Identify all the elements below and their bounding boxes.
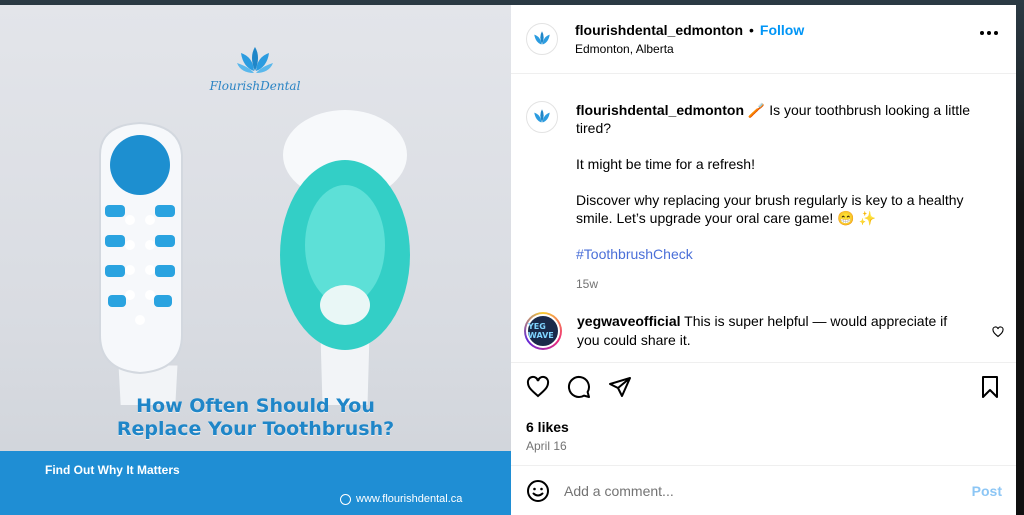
headline-line-2: Replace Your Toothbrush?: [116, 418, 395, 440]
caption-body: flourishdental_edmonton 🪥 Is your toothb…: [576, 101, 986, 293]
hashtag-link[interactable]: #ToothbrushCheck: [576, 245, 986, 263]
commenter-avatar-text: YEG WAVE: [526, 314, 560, 348]
add-comment-bar: Add a comment... Post: [526, 479, 1006, 503]
comment-divider: [511, 465, 1016, 466]
post-side-panel: flourishdental_edmonton • Follow Edmonto…: [511, 5, 1016, 515]
caption-username[interactable]: flourishdental_edmonton: [576, 102, 744, 118]
comment-input[interactable]: Add a comment...: [564, 483, 972, 499]
post-date[interactable]: April 16: [526, 439, 567, 453]
caption-line-2: It might be time for a refresh!: [576, 156, 755, 172]
follow-button[interactable]: Follow: [760, 22, 804, 38]
globe-icon: [340, 493, 351, 505]
commenter-username[interactable]: yegwaveofficial: [577, 313, 681, 329]
post-button[interactable]: Post: [972, 483, 1002, 499]
caption-first-paragraph: flourishdental_edmonton 🪥 Is your toothb…: [576, 101, 986, 137]
post-header: flourishdental_edmonton • Follow Edmonto…: [511, 5, 1016, 74]
caption-avatar[interactable]: [526, 101, 558, 133]
header-row: flourishdental_edmonton • Follow: [575, 22, 804, 38]
comment-item: YEG WAVE yegwaveofficial This is super h…: [524, 312, 1004, 350]
caption-line-3: Discover why replacing your brush regula…: [576, 192, 964, 226]
brand-logo: FlourishDental: [205, 45, 305, 93]
image-headline: How Often Should You Replace Your Toothb…: [0, 395, 511, 441]
emoji-icon[interactable]: [526, 479, 550, 503]
caption-age[interactable]: 15w: [576, 275, 986, 293]
author-avatar[interactable]: [526, 23, 558, 55]
band-url: www.flourishdental.ca: [340, 493, 462, 505]
author-username[interactable]: flourishdental_edmonton: [575, 22, 743, 38]
small-heart-icon[interactable]: [992, 326, 1004, 338]
more-icon[interactable]: [980, 31, 998, 35]
lotus-icon: [534, 31, 550, 45]
commenter-avatar[interactable]: YEG WAVE: [524, 312, 562, 350]
action-bar: [526, 375, 1006, 403]
header-meta: flourishdental_edmonton • Follow Edmonto…: [575, 22, 804, 56]
likes-count[interactable]: 6 likes: [526, 419, 569, 435]
post-modal: FlourishDental How Often Should You Repl…: [0, 5, 1016, 515]
post-location[interactable]: Edmonton, Alberta: [575, 42, 804, 56]
heart-icon[interactable]: [526, 375, 550, 399]
image-bottom-band: Find Out Why It Matters www.flourishdent…: [0, 451, 511, 515]
lotus-icon: [237, 47, 273, 73]
lotus-icon: [534, 109, 550, 123]
headline-line-1: How Often Should You: [136, 395, 375, 417]
band-url-text: www.flourishdental.ca: [356, 493, 463, 505]
comment-body: yegwaveofficial This is super helpful — …: [577, 312, 972, 350]
comment-icon[interactable]: [567, 375, 591, 399]
brand-name: FlourishDental: [209, 79, 301, 93]
separator-dot: •: [749, 22, 754, 38]
post-image[interactable]: FlourishDental How Often Should You Repl…: [0, 5, 511, 515]
post-caption: flourishdental_edmonton 🪥 Is your toothb…: [526, 101, 986, 293]
actions-divider: [511, 362, 1016, 363]
band-text: Find Out Why It Matters: [45, 463, 180, 477]
bookmark-icon[interactable]: [978, 375, 1002, 399]
share-icon[interactable]: [608, 375, 632, 399]
